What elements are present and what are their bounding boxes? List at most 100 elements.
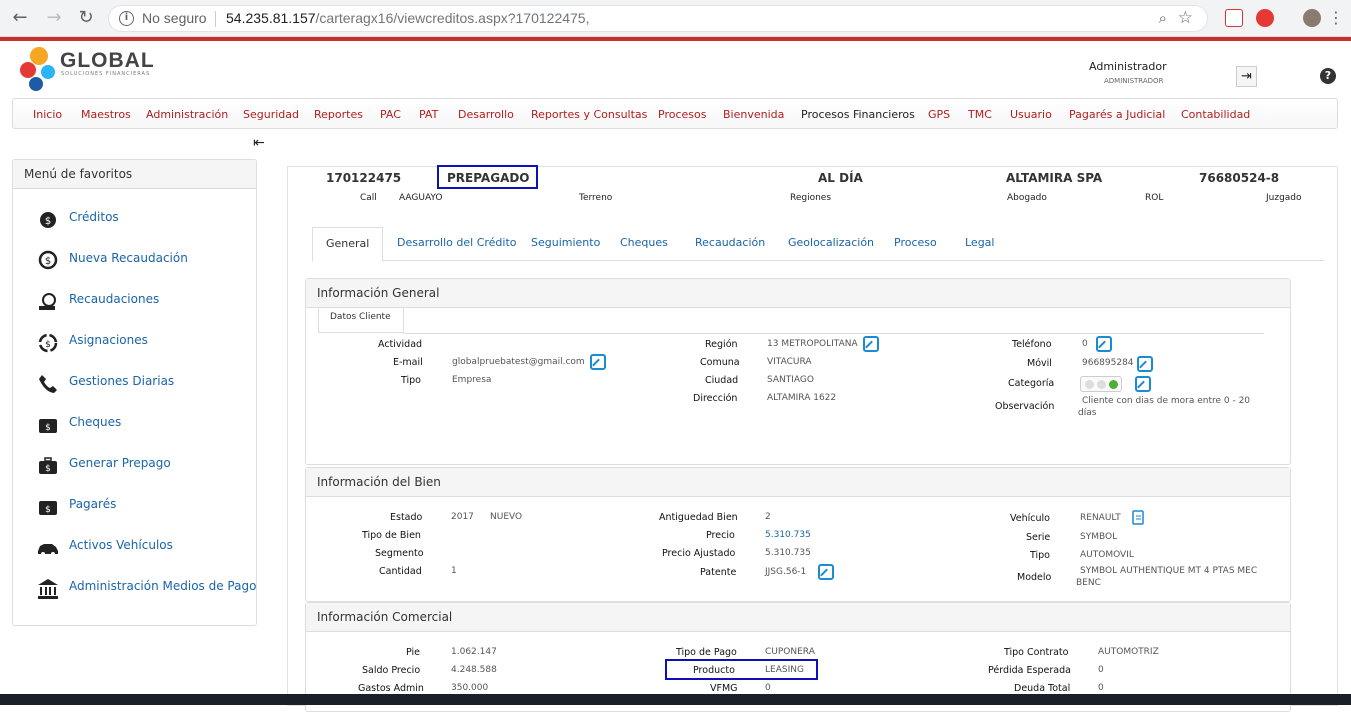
ciudad-label: Ciudad: [705, 375, 739, 386]
edit-categoria-icon[interactable]: [1135, 376, 1151, 392]
menu-item-pat[interactable]: PAT: [419, 108, 438, 121]
svg-text:$: $: [45, 423, 51, 433]
tab-proceso[interactable]: Proceso: [894, 236, 937, 249]
profile-avatar[interactable]: [1303, 9, 1321, 27]
tab-geolocalizacion[interactable]: Geolocalización: [788, 236, 874, 249]
tab-general[interactable]: General: [312, 227, 384, 262]
vfmg-label: VFMG: [710, 683, 738, 694]
category-light-green: [1109, 380, 1118, 389]
gastos-admin-value: 350.000: [451, 683, 489, 693]
bookmark-star-icon[interactable]: ☆: [1178, 8, 1193, 28]
fav-label: Créditos: [69, 210, 119, 224]
categoria-label: Categoría: [1008, 378, 1055, 389]
patente-label: Patente: [700, 567, 737, 578]
url-text[interactable]: 54.235.81.157/carteragx16/viewcreditos.a…: [226, 10, 589, 26]
comuna-value: VITACURA: [767, 357, 812, 367]
menu-item-administracion[interactable]: Administración: [146, 108, 228, 121]
menu-item-bienvenida[interactable]: Bienvenida: [723, 108, 784, 121]
menu-item-tmc[interactable]: TMC: [968, 108, 992, 121]
edit-patente-icon[interactable]: [818, 564, 834, 580]
menu-item-reportes[interactable]: Reportes: [314, 108, 363, 121]
tab-desarrollo-credito[interactable]: Desarrollo del Crédito: [397, 236, 517, 249]
edit-telefono-icon[interactable]: [1096, 336, 1112, 352]
producto-label: Producto: [693, 665, 735, 676]
reload-icon[interactable]: ↻: [76, 8, 96, 28]
phone-icon: [39, 375, 57, 393]
favorites-title: Menú de favoritos: [13, 160, 256, 189]
forward-icon[interactable]: →: [44, 8, 64, 28]
svg-text:$: $: [45, 340, 51, 350]
vehicle-document-icon[interactable]: [1131, 509, 1145, 525]
pdf-extension-icon[interactable]: [1225, 9, 1243, 27]
asset-info-panel: Información del Bien Estado 2017 NUEVO T…: [305, 467, 1291, 602]
client-name: ALTAMIRA SPA: [1006, 171, 1103, 185]
help-icon[interactable]: ?: [1320, 68, 1336, 84]
category-light-red: [1085, 380, 1094, 389]
browser-menu-icon[interactable]: ⋮: [1326, 8, 1346, 28]
menu-item-maestros[interactable]: Maestros: [81, 108, 131, 121]
credit-number: 170122475: [326, 171, 402, 185]
logo-mark-icon: [20, 47, 55, 91]
observacion-label: Observación: [995, 401, 1055, 412]
svg-text:$: $: [45, 256, 51, 267]
fav-label: Recaudaciones: [69, 292, 160, 306]
wallet-icon: $: [39, 501, 57, 515]
extension-icon[interactable]: [1256, 9, 1274, 27]
address-bar[interactable]: i No seguro 54.235.81.157/carteragx16/vi…: [108, 5, 1208, 32]
fav-label: Asignaciones: [69, 333, 148, 347]
antiguedad-label: Antiguedad Bien: [659, 512, 738, 523]
tipo-contrato-label: Tipo Contrato: [1004, 647, 1069, 658]
menu-item-usuario[interactable]: Usuario: [1010, 108, 1052, 121]
menu-item-gps[interactable]: GPS: [928, 108, 950, 121]
menu-item-procesos[interactable]: Procesos: [658, 108, 706, 121]
company-logo[interactable]: GLOBAL SOLUCIONES FINANCIERAS: [18, 44, 168, 94]
segmento-label: Segmento: [375, 548, 424, 559]
edit-movil-icon[interactable]: [1137, 356, 1153, 372]
money-bag-icon: $: [40, 212, 56, 228]
tab-seguimiento[interactable]: Seguimiento: [531, 236, 600, 249]
security-label: No seguro: [142, 10, 207, 26]
menu-item-desarrollo[interactable]: Desarrollo: [458, 108, 514, 121]
subtab-datos-cliente[interactable]: Datos Cliente: [318, 308, 404, 333]
serie-label: Serie: [1026, 532, 1051, 543]
tipo-pago-value: CUPONERA: [765, 647, 815, 657]
serie-value: SYMBOL: [1080, 532, 1118, 542]
user-role: ADMINISTRADOR: [1104, 77, 1164, 85]
menu-item-procesos-financieros[interactable]: Procesos Financieros: [801, 108, 915, 121]
menu-item-contabilidad[interactable]: Contabilidad: [1181, 108, 1250, 121]
vehiculo-value: RENAULT: [1080, 513, 1121, 523]
collapse-sidebar-icon[interactable]: ⇤: [253, 135, 265, 151]
svg-text:$: $: [45, 505, 51, 515]
svg-text:$: $: [45, 464, 51, 474]
menu-item-pac[interactable]: PAC: [380, 108, 401, 121]
antiguedad-value: 2: [765, 512, 771, 522]
menu-item-inicio[interactable]: Inicio: [33, 108, 62, 121]
region-value: 13 METROPOLITANA: [767, 339, 858, 349]
menu-item-reportes-consultas[interactable]: Reportes y Consultas: [531, 108, 647, 121]
zoom-icon[interactable]: ⌕: [1159, 9, 1167, 27]
edit-region-icon[interactable]: [863, 336, 879, 352]
info-icon[interactable]: i: [119, 11, 134, 26]
fav-label: Generar Prepago: [69, 456, 171, 470]
divider: [215, 11, 216, 27]
comuna-label: Comuna: [700, 357, 740, 368]
tipo-value: Empresa: [452, 375, 492, 385]
cycle-money-icon: $: [38, 333, 58, 353]
back-icon[interactable]: ←: [10, 8, 30, 28]
precio-value: 5.310.735: [765, 530, 811, 540]
actividad-label: Actividad: [378, 339, 423, 350]
edit-email-icon[interactable]: [590, 354, 606, 370]
logout-icon[interactable]: ⇥: [1236, 66, 1257, 87]
movil-label: Móvil: [1027, 358, 1052, 369]
os-taskbar: [0, 694, 1351, 705]
briefcase-money-icon: $: [39, 457, 57, 474]
call-label: Call: [360, 193, 377, 203]
tab-cheques[interactable]: Cheques: [620, 236, 668, 249]
pie-label: Pie: [406, 647, 421, 658]
tab-legal[interactable]: Legal: [965, 236, 994, 249]
tab-recaudacion[interactable]: Recaudación: [695, 236, 765, 249]
ciudad-value: SANTIAGO: [767, 375, 814, 385]
menu-item-seguridad[interactable]: Seguridad: [243, 108, 299, 121]
panel-title: Información del Bien: [306, 468, 1290, 497]
menu-item-pagares-judicial[interactable]: Pagarés a Judicial: [1069, 108, 1165, 121]
